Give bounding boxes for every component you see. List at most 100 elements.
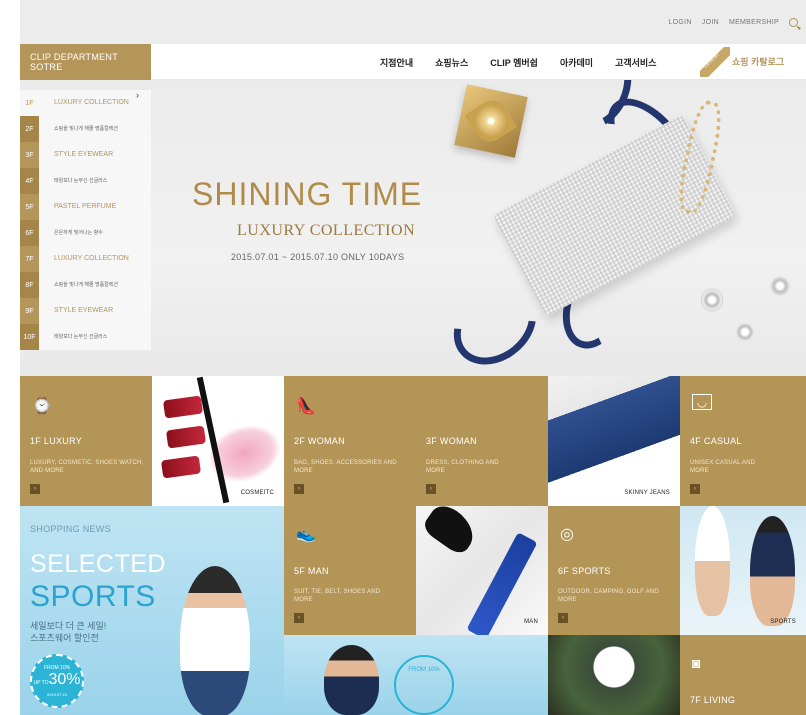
- watch-icon: ⌚: [32, 398, 52, 415]
- floor-label: 쇼핑을 빛나게 해줄 명품컬렉션: [54, 282, 118, 288]
- floor-label: 태양보다 눈부신 선글라스: [54, 334, 108, 340]
- hero-title: SHINING TIME: [192, 176, 423, 212]
- tile-living-photo[interactable]: [548, 635, 680, 715]
- discount-stamp: FROM 10%: [394, 655, 454, 715]
- utility-links: LOGIN JOIN MEMBERSHIP: [668, 18, 798, 27]
- nav-academy[interactable]: 아카데미: [560, 56, 593, 69]
- tile-desc: BAG, SHOES, ACCESSORIES AND MORE: [294, 460, 397, 474]
- camera-icon: ◙: [692, 655, 701, 671]
- tile-title: 2F WOMAN: [294, 436, 345, 446]
- nav-store-info[interactable]: 지점안내: [380, 56, 413, 69]
- floor-item-4f[interactable]: 4F 태양보다 눈부신 선글라스: [20, 168, 151, 194]
- tile-desc: LUXURY, COSMETIC, SHOES WATCH, AND MORE: [30, 460, 144, 474]
- shoe-image: [420, 506, 482, 558]
- utility-bar: LOGIN JOIN MEMBERSHIP: [20, 0, 806, 44]
- arrow-right-icon[interactable]: ›: [426, 484, 436, 494]
- floor-label: 은은하게 빛어나는 향수: [54, 230, 103, 236]
- photo-label: SKINNY JEANS: [624, 490, 670, 496]
- tennis-player-image: [695, 506, 730, 616]
- floor-item-9f[interactable]: 9F STYLE EYEWEAR: [20, 298, 151, 324]
- site-logo[interactable]: CLIP DEPARTMENT SOTRE: [20, 44, 151, 80]
- floor-number: 5F: [20, 194, 39, 220]
- tile-7f-living[interactable]: ◙ 7F LIVING: [680, 635, 806, 715]
- floor-number: 7F: [20, 246, 39, 272]
- stamp-text: FROM 10%: [408, 667, 440, 673]
- tile-desc: OUTDOOR, CAMPING, GOLF AND MORE: [558, 589, 659, 603]
- login-link[interactable]: LOGIN: [668, 19, 691, 26]
- tile-5f-man[interactable]: 👟 5F MAN SUIT, TIE, BELT, SHOES AND MORE…: [284, 506, 416, 635]
- discount-badge: FROM 10% UP TO30% 2015.07.10: [30, 654, 84, 708]
- tile-3f-woman[interactable]: 3F WOMAN DRESS, CLOTHING AND MORE ›: [416, 376, 548, 506]
- lipstick-image: [160, 455, 202, 479]
- floor-label: PASTEL PERFUME: [54, 203, 117, 210]
- floor-label: 태양보다 눈부신 선글라스: [54, 178, 108, 184]
- tile-desc: UNISEX CASUAL AND MORE: [690, 460, 756, 474]
- tile-desc: SUIT, TIE, BELT, SHOES AND MORE: [294, 589, 381, 603]
- membership-link[interactable]: MEMBERSHIP: [729, 19, 779, 26]
- tile-title: 1F LUXURY: [30, 436, 83, 446]
- shoe-icon: 👟: [296, 526, 316, 543]
- floor-item-2f[interactable]: 2F 쇼핑을 빛나게 해줄 명품컬렉션: [20, 116, 151, 142]
- tile-4f-casual[interactable]: ◡ 4F CASUAL UNISEX CASUAL AND MORE ›: [680, 376, 806, 506]
- floor-number: 1F: [20, 90, 39, 116]
- nav-membership[interactable]: CLIP 멤버쉽: [490, 56, 538, 69]
- tile-2f-woman[interactable]: 👠 2F WOMAN BAG, SHOES, ACCESSORIES AND M…: [284, 376, 416, 506]
- tile-sports-photo[interactable]: SPORTS: [680, 506, 806, 635]
- man-model-image: [324, 645, 379, 715]
- tile-title: 6F SPORTS: [558, 566, 611, 576]
- shopping-news-banner[interactable]: SHOPPING NEWS SELECTED SPORTS 세일보다 더 큰 세…: [20, 506, 284, 715]
- tile-title: 5F MAN: [294, 566, 329, 576]
- floor-item-3f[interactable]: 3F STYLE EYEWEAR: [20, 142, 151, 168]
- arrow-right-icon[interactable]: ›: [30, 484, 40, 494]
- badge-percent: 30%: [48, 671, 81, 688]
- floor-menu: 1F LUXURY COLLECTION › 2F 쇼핑을 빛나게 해줄 명품컬렉션 …: [20, 90, 151, 350]
- floor-item-5f[interactable]: 5F PASTEL PERFUME: [20, 194, 151, 220]
- tile-jeans-photo[interactable]: SKINNY JEANS: [548, 376, 680, 506]
- floor-item-8f[interactable]: 8F 쇼핑을 빛나게 해줄 명품컬렉션: [20, 272, 151, 298]
- photo-label: COSMEITC: [240, 490, 274, 496]
- badge-value: UP TO30%: [32, 671, 82, 692]
- tile-title: 4F CASUAL: [690, 436, 742, 446]
- hero-subtitle: LUXURY COLLECTION: [237, 222, 416, 239]
- search-icon[interactable]: [789, 18, 798, 27]
- tile-1f-luxury[interactable]: ⌚ 1F LUXURY LUXURY, COSMETIC, SHOES WATC…: [20, 376, 152, 506]
- lipstick-image: [165, 425, 207, 449]
- basketball-icon: ◎: [560, 526, 574, 543]
- photo-label: MAN: [524, 619, 538, 625]
- chevron-right-icon: ›: [136, 90, 139, 100]
- hero-date: 2015.07.01 ~ 2015.07.10 ONLY 10DAYS: [231, 252, 405, 262]
- floor-item-7f[interactable]: 7F LUXURY COLLECTION: [20, 246, 151, 272]
- lipstick-image: [162, 395, 204, 419]
- floor-item-10f[interactable]: 10F 태양보다 눈부신 선글라스: [20, 324, 151, 350]
- main-header: CLIP DEPARTMENT SOTRE 지점안내 쇼핑뉴스 CLIP 멤버쉽…: [20, 44, 806, 80]
- tile-title: 3F WOMAN: [426, 436, 477, 446]
- catalog-ribbon-text: CATALOG: [702, 52, 720, 69]
- high-heel-icon: 👠: [296, 398, 316, 415]
- floor-number: 10F: [20, 324, 39, 350]
- photo-label: SPORTS: [770, 619, 796, 625]
- nav-shopping-news[interactable]: 쇼핑뉴스: [435, 56, 468, 69]
- nav-customer-service[interactable]: 고객서비스: [615, 56, 656, 69]
- shopping-news-label: SHOPPING NEWS: [30, 524, 111, 534]
- arrow-right-icon[interactable]: ›: [294, 613, 304, 623]
- join-link[interactable]: JOIN: [702, 19, 719, 26]
- tennis-player-image: [750, 516, 795, 626]
- tile-6f-sports[interactable]: ◎ 6F SPORTS OUTDOOR, CAMPING, GOLF AND M…: [548, 506, 680, 635]
- floor-number: 8F: [20, 272, 39, 298]
- shopping-catalog-link[interactable]: 쇼핑 카탈로그: [732, 55, 784, 68]
- catalog-ribbon: CATALOG: [700, 47, 730, 77]
- main-nav: 지점안내 쇼핑뉴스 CLIP 멤버쉽 아카데미 고객서비스: [380, 44, 656, 80]
- sale-copy: 세일보다 더 큰 세일! 스포츠웨어 할인전: [30, 620, 106, 644]
- sports-promo-extension[interactable]: FROM 10%: [284, 635, 548, 715]
- sale-copy-line2: 스포츠웨어 할인전: [30, 633, 99, 643]
- tile-man-photo[interactable]: MAN: [416, 506, 548, 635]
- floor-number: 6F: [20, 220, 39, 246]
- logo-text: CLIP DEPARTMENT SOTRE: [30, 52, 118, 72]
- arrow-right-icon[interactable]: ›: [558, 613, 568, 623]
- floor-number: 9F: [20, 298, 39, 324]
- floor-item-6f[interactable]: 6F 은은하게 빛어나는 향수: [20, 220, 151, 246]
- arrow-right-icon[interactable]: ›: [690, 484, 700, 494]
- floor-item-1f[interactable]: 1F LUXURY COLLECTION ›: [20, 90, 151, 116]
- arrow-right-icon[interactable]: ›: [294, 484, 304, 494]
- tile-cosmetic-photo[interactable]: COSMEITC: [152, 376, 284, 506]
